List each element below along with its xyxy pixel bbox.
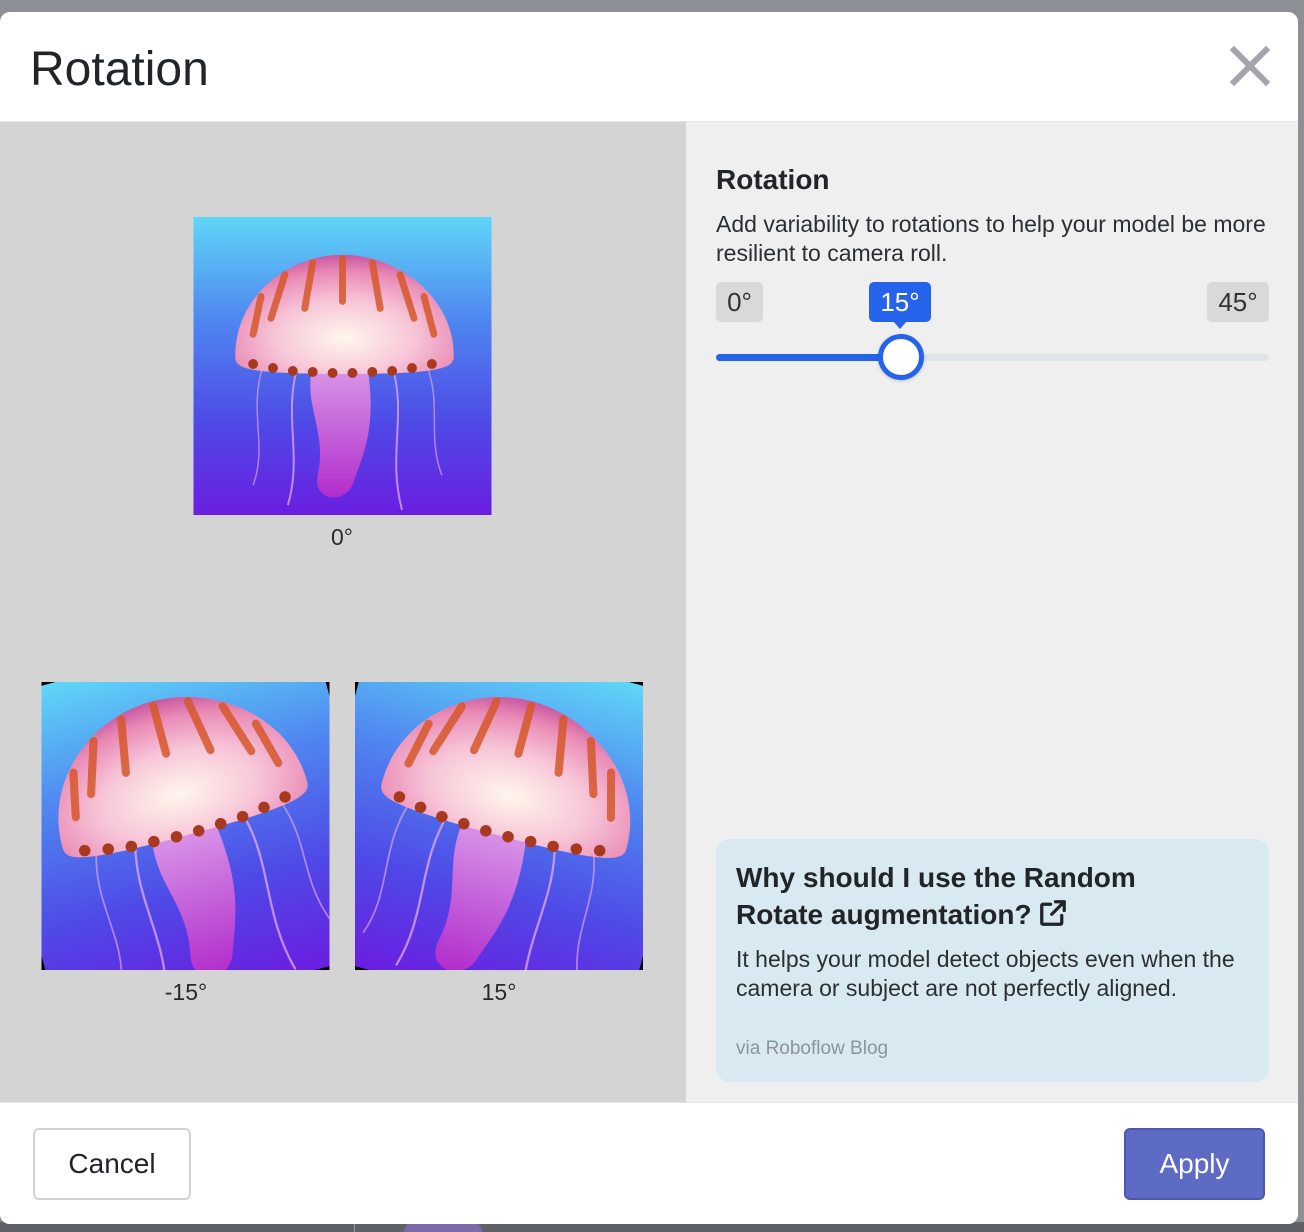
modal-title: Rotation bbox=[30, 43, 209, 96]
modal-header: Rotation bbox=[0, 12, 1298, 122]
slider-max-label: 45° bbox=[1207, 282, 1269, 322]
negative-rotation-preview-image bbox=[39, 682, 330, 970]
original-preview-label: 0° bbox=[331, 524, 353, 550]
negative-rotation-label: -15° bbox=[164, 979, 208, 1005]
section-description: Add variability to rotations to help you… bbox=[716, 211, 1266, 266]
preview-panel: 0° -15° 15° bbox=[0, 122, 686, 1102]
info-card-title: Why should I use the Random Rotate augme… bbox=[736, 862, 1136, 930]
slider-fill bbox=[716, 354, 900, 361]
positive-rotation-label: 15° bbox=[481, 979, 517, 1005]
close-button[interactable] bbox=[1222, 38, 1278, 94]
original-preview-image bbox=[191, 217, 494, 515]
apply-button[interactable]: Apply bbox=[1124, 1128, 1265, 1200]
info-card-source: via Roboflow Blog bbox=[736, 1038, 889, 1059]
slider-value-tooltip: 15° bbox=[869, 282, 931, 329]
slider-min-label: 0° bbox=[716, 282, 763, 322]
external-link-icon bbox=[1039, 900, 1066, 926]
cancel-button[interactable]: Cancel bbox=[33, 1128, 191, 1200]
info-card: Why should I use the Random Rotate augme… bbox=[716, 839, 1269, 1082]
settings-panel: Rotation Add variability to rotations to… bbox=[686, 122, 1298, 1102]
close-icon bbox=[1229, 45, 1271, 87]
slider-handle[interactable] bbox=[878, 334, 924, 380]
modal-footer: Cancel Apply bbox=[0, 1102, 1298, 1224]
info-card-body: It helps your model detect objects even … bbox=[736, 946, 1235, 1001]
rotation-modal: Rotation 0° -15° 15° Rotation Add variab… bbox=[0, 12, 1298, 1224]
rotation-slider[interactable] bbox=[716, 334, 1269, 380]
info-card-link[interactable]: Why should I use the Random Rotate augme… bbox=[736, 859, 1186, 933]
section-title: Rotation bbox=[716, 164, 830, 195]
positive-rotation-preview-image bbox=[355, 682, 643, 970]
